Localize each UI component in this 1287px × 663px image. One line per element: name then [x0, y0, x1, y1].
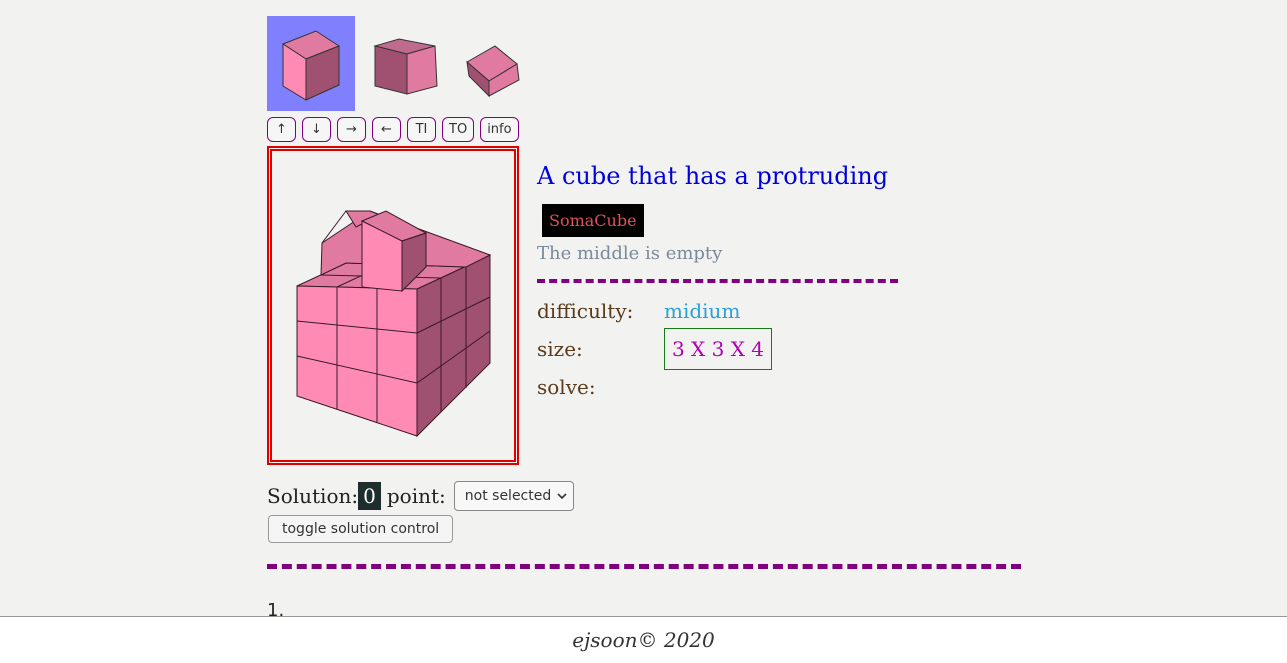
copyright-text: ejsoon© 2020 — [572, 628, 715, 652]
cube-thumbnail-icon — [466, 44, 520, 97]
point-label: point: — [386, 484, 446, 508]
size-value: 3 X 3 X 4 — [664, 328, 772, 370]
solution-row: Solution: 0 point: not selected — [267, 481, 575, 511]
divider — [537, 279, 898, 283]
rotate-left-button[interactable]: ← — [372, 117, 401, 142]
solve-label: solve: — [537, 375, 596, 399]
category-tag[interactable]: SomaCube — [542, 204, 644, 237]
rotate-right-button[interactable]: → — [337, 117, 366, 142]
solution-count: 0 — [358, 482, 381, 510]
thumbnail-strip — [267, 16, 539, 111]
thumb-view-1[interactable] — [267, 16, 355, 111]
point-select-value: not selected — [464, 488, 552, 504]
size-label: size: — [537, 337, 583, 361]
difficulty-label: difficulty: — [537, 299, 634, 323]
puzzle-subtitle: The middle is empty — [537, 243, 723, 264]
cube-thumbnail-icon — [373, 37, 438, 95]
solution-label: Solution: — [267, 484, 359, 508]
info-button[interactable]: info — [480, 117, 519, 142]
difficulty-value: midium — [664, 299, 741, 323]
point-select[interactable]: not selected — [453, 481, 575, 511]
puzzle-title: A cube that has a protruding — [537, 162, 889, 190]
rotate-down-button[interactable]: ↓ — [302, 117, 331, 142]
rotate-up-button[interactable]: ↑ — [267, 117, 296, 142]
chevron-down-icon — [557, 493, 567, 500]
to-button[interactable]: TO — [442, 117, 475, 142]
divider — [267, 564, 1021, 569]
soma-cube-render — [296, 210, 492, 438]
control-buttons: ↑ ↓ → ← TI TO info — [267, 117, 519, 142]
puzzle-3d-viewer[interactable] — [267, 146, 519, 465]
cube-thumbnail-icon — [281, 29, 341, 101]
ti-button[interactable]: TI — [407, 117, 436, 142]
thumb-view-3[interactable] — [451, 16, 539, 111]
thumb-view-2[interactable] — [359, 16, 447, 111]
toggle-solution-button[interactable]: toggle solution control — [268, 515, 454, 543]
footer: ejsoon© 2020 — [0, 616, 1287, 663]
